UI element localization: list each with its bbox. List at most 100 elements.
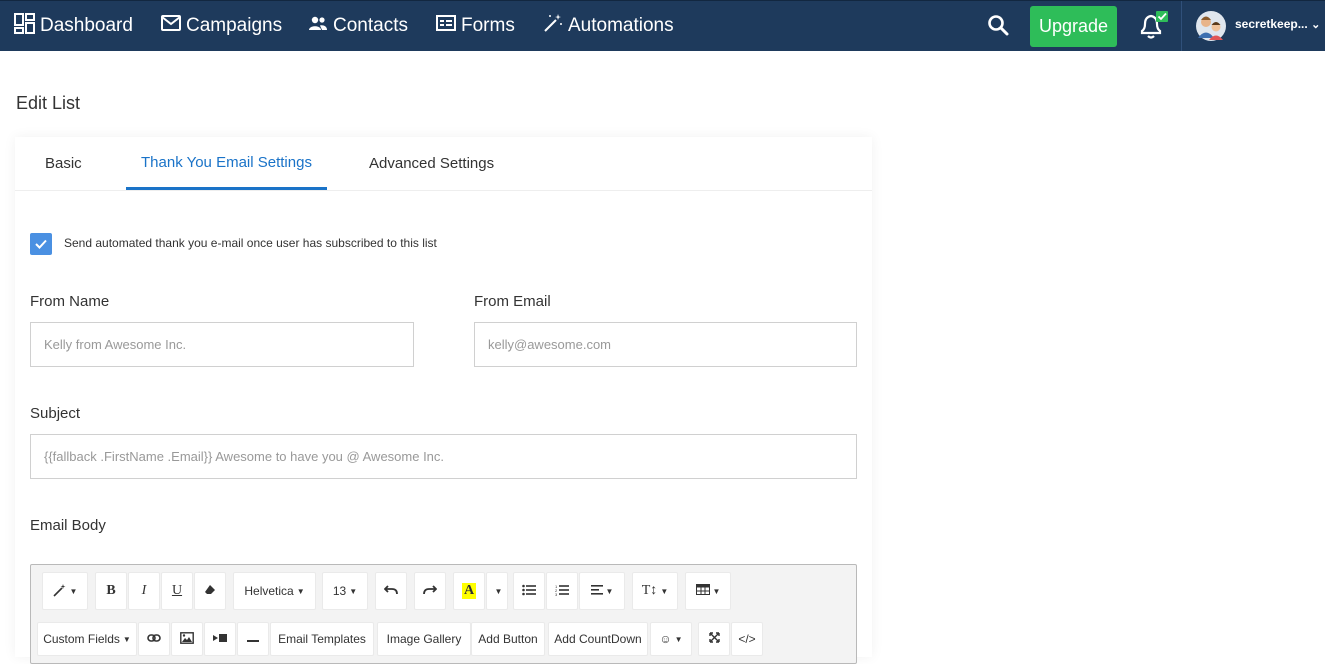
emoji-button[interactable]: ☺ ▼ [650, 622, 692, 656]
code-view-button[interactable]: </> [731, 622, 763, 656]
form-icon [436, 15, 456, 37]
link-icon [147, 632, 161, 646]
font-family-value: Helvetica [244, 584, 294, 598]
align-button[interactable]: ▼ [579, 572, 625, 610]
bold-icon: B [106, 583, 116, 598]
nav-campaigns[interactable]: Campaigns [161, 1, 282, 51]
nav-forms-label: Forms [461, 15, 515, 36]
magic-wand-icon [52, 583, 67, 600]
tab-thank-you-email-settings[interactable]: Thank You Email Settings [126, 137, 327, 190]
nav-divider [1181, 1, 1182, 51]
people-icon [308, 15, 328, 37]
chevron-down-icon: ▼ [122, 634, 131, 644]
username-label: secretkeep... [1235, 17, 1308, 31]
nav-contacts-label: Contacts [333, 15, 408, 36]
horizontal-rule-icon [247, 632, 259, 646]
nav-campaigns-label: Campaigns [186, 15, 283, 36]
horizontal-rule-button[interactable] [237, 622, 269, 656]
image-gallery-button[interactable]: Image Gallery [377, 622, 471, 656]
tabs-divider [15, 190, 872, 191]
video-icon [213, 632, 227, 646]
code-icon: </> [738, 632, 756, 646]
email-body-editor: ▼ B I U Helvetica ▼ 13 ▼ A ▼ 1 2 3 ▼ T↕ … [30, 564, 857, 664]
search-icon[interactable] [986, 13, 1010, 37]
line-height-button[interactable]: T↕ ▼ [632, 572, 678, 610]
email-templates-button[interactable]: Email Templates [270, 622, 374, 656]
bulleted-list-button[interactable] [513, 572, 545, 610]
nav-automations[interactable]: Automations [543, 1, 674, 51]
checkmark-icon [35, 239, 47, 249]
italic-button[interactable]: I [128, 572, 160, 610]
font-family-select[interactable]: Helvetica ▼ [233, 572, 316, 610]
subject-input[interactable]: {{fallback .FirstName .Email}} Awesome t… [30, 434, 857, 479]
add-countdown-button[interactable]: Add CountDown [548, 622, 648, 656]
chevron-down-icon: ▼ [712, 586, 721, 596]
align-left-icon [590, 584, 603, 598]
add-button-button[interactable]: Add Button [471, 622, 545, 656]
bulleted-list-icon [522, 584, 536, 599]
upgrade-button[interactable]: Upgrade [1030, 6, 1117, 47]
from-name-input[interactable]: Kelly from Awesome Inc. [30, 322, 414, 367]
clear-format-button[interactable] [194, 572, 226, 610]
tab-basic[interactable]: Basic [45, 137, 82, 190]
tab-advanced-settings[interactable]: Advanced Settings [369, 137, 494, 190]
svg-text:3: 3 [555, 592, 558, 596]
chevron-down-icon: ▼ [349, 586, 358, 596]
style-button[interactable]: ▼ [42, 572, 88, 610]
custom-fields-label: Custom Fields [43, 632, 120, 646]
eraser-icon [204, 584, 216, 599]
underline-button[interactable]: U [161, 572, 193, 610]
top-nav: Dashboard Campaigns Contacts Forms Autom… [0, 0, 1325, 51]
video-button[interactable] [204, 622, 236, 656]
font-size-value: 13 [332, 584, 347, 598]
chevron-down-icon: ▼ [296, 586, 305, 596]
from-email-input[interactable]: kelly@awesome.com [474, 322, 857, 367]
chevron-down-icon: ⌄ [1311, 19, 1321, 31]
custom-fields-button[interactable]: Custom Fields ▼ [37, 622, 137, 656]
chevron-down-icon: ▼ [69, 586, 78, 596]
nav-contacts[interactable]: Contacts [308, 1, 408, 51]
smiley-icon: ☺ [659, 632, 672, 646]
subject-label: Subject [30, 405, 81, 422]
from-name-label: From Name [30, 293, 110, 310]
color-dropdown-button[interactable]: ▼ [486, 572, 508, 610]
underline-icon: U [171, 583, 183, 598]
expand-icon [708, 632, 720, 646]
font-size-select[interactable]: 13 ▼ [322, 572, 368, 610]
send-thank-you-label: Send automated thank you e-mail once use… [64, 236, 437, 250]
fullscreen-button[interactable] [698, 622, 730, 656]
send-thank-you-checkbox[interactable] [30, 233, 52, 255]
undo-icon [383, 584, 398, 599]
table-icon [695, 584, 710, 598]
highlight-color-button[interactable]: A [453, 572, 485, 610]
undo-button[interactable] [375, 572, 407, 610]
bold-button[interactable]: B [95, 572, 127, 610]
image-button[interactable] [171, 622, 203, 656]
nav-dashboard[interactable]: Dashboard [14, 1, 133, 51]
username[interactable]: secretkeep... ⌄ [1235, 17, 1320, 31]
nav-automations-label: Automations [568, 15, 674, 36]
nav-forms[interactable]: Forms [436, 1, 515, 51]
numbered-list-icon: 123 [555, 584, 569, 599]
avatar-icon[interactable] [1195, 10, 1227, 42]
magic-wand-icon [543, 13, 563, 39]
envelope-icon [161, 15, 181, 37]
chevron-down-icon: ▼ [605, 586, 614, 596]
link-button[interactable] [138, 622, 170, 656]
bell-icon[interactable] [1136, 10, 1170, 42]
text-height-icon: T↕ [641, 583, 658, 598]
italic-icon: I [141, 583, 147, 598]
chevron-down-icon: ▼ [494, 586, 503, 596]
page-title: Edit List [16, 93, 81, 113]
redo-icon [423, 584, 438, 599]
dashboard-icon [14, 12, 35, 40]
nav-dashboard-label: Dashboard [40, 15, 133, 36]
numbered-list-button[interactable]: 123 [546, 572, 578, 610]
email-body-label: Email Body [30, 517, 106, 534]
chevron-down-icon: ▼ [674, 634, 683, 644]
image-icon [180, 631, 194, 647]
from-email-label: From Email [474, 293, 551, 310]
table-button[interactable]: ▼ [685, 572, 731, 610]
redo-button[interactable] [414, 572, 446, 610]
chevron-down-icon: ▼ [660, 586, 669, 596]
